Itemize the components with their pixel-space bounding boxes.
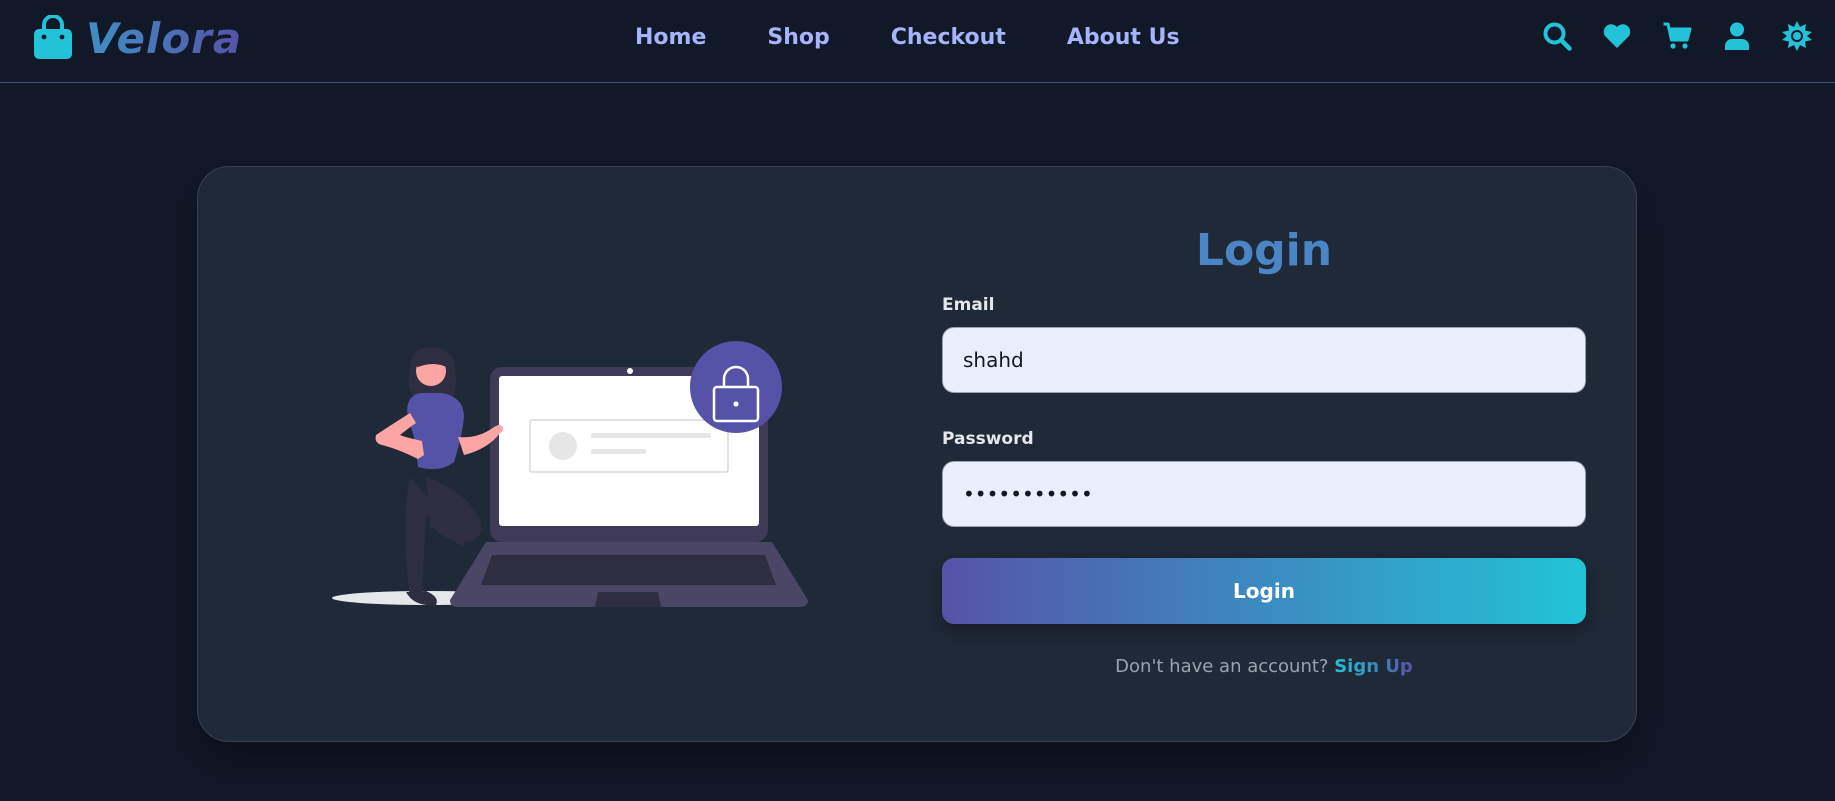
nav-link-shop[interactable]: Shop <box>767 22 829 54</box>
lock-badge <box>690 341 782 433</box>
login-form: Login Email Password Login Don't have an… <box>942 221 1586 680</box>
nav-icon-group <box>1541 18 1813 54</box>
signup-link[interactable]: Sign Up <box>1334 656 1413 677</box>
user-icon <box>1725 22 1749 50</box>
brand-name: Velora <box>86 13 243 63</box>
email-label: Email <box>942 295 995 315</box>
shopping-bag-icon <box>34 15 72 59</box>
login-illustration <box>332 341 808 607</box>
search-button[interactable] <box>1541 18 1573 54</box>
login-title: Login <box>1195 225 1333 276</box>
account-button[interactable] <box>1721 18 1753 54</box>
signup-prompt-line: Don't have an account? Sign Up <box>942 654 1586 680</box>
signup-prompt-text: Don't have an account? <box>1115 656 1329 677</box>
top-navbar: Velora Home Shop Checkout About Us <box>0 0 1835 83</box>
search-icon <box>1543 22 1572 51</box>
login-card: Login Email Password Login Don't have an… <box>197 166 1637 742</box>
cart-button[interactable] <box>1661 18 1693 54</box>
nav-link-about[interactable]: About Us <box>1067 22 1180 54</box>
nav-item-shop: Shop <box>767 22 829 54</box>
login-button[interactable]: Login <box>942 558 1586 624</box>
email-field[interactable] <box>942 327 1586 393</box>
cart-icon <box>1663 22 1692 49</box>
nav-item-about: About Us <box>1067 22 1180 54</box>
nav-item-checkout: Checkout <box>891 22 1006 54</box>
password-field[interactable] <box>942 461 1586 527</box>
theme-toggle-button[interactable] <box>1781 18 1813 54</box>
nav-link-checkout[interactable]: Checkout <box>891 22 1006 54</box>
nav-link-home[interactable]: Home <box>635 22 706 54</box>
wishlist-button[interactable] <box>1601 18 1633 54</box>
brand-logo[interactable]: Velora <box>32 13 243 63</box>
nav-item-home: Home <box>635 22 706 54</box>
main-nav: Home Shop Checkout About Us <box>635 22 1180 54</box>
password-label: Password <box>942 429 1034 449</box>
sun-icon <box>1782 21 1812 51</box>
heart-icon <box>1603 24 1631 48</box>
